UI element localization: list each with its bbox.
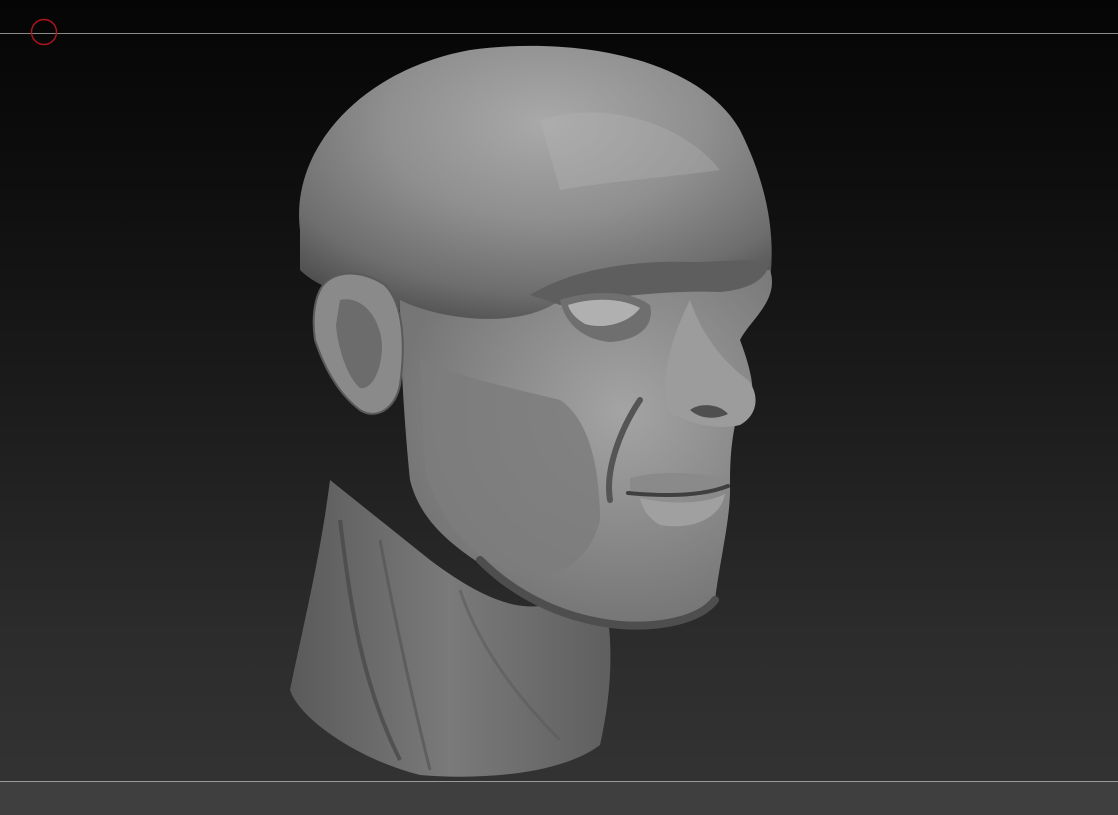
bottom-tray (0, 782, 1118, 815)
brush-circle-icon (30, 18, 58, 46)
sculpt-viewport[interactable] (0, 0, 1118, 815)
sculpted-head-icon[interactable] (0, 0, 1118, 815)
